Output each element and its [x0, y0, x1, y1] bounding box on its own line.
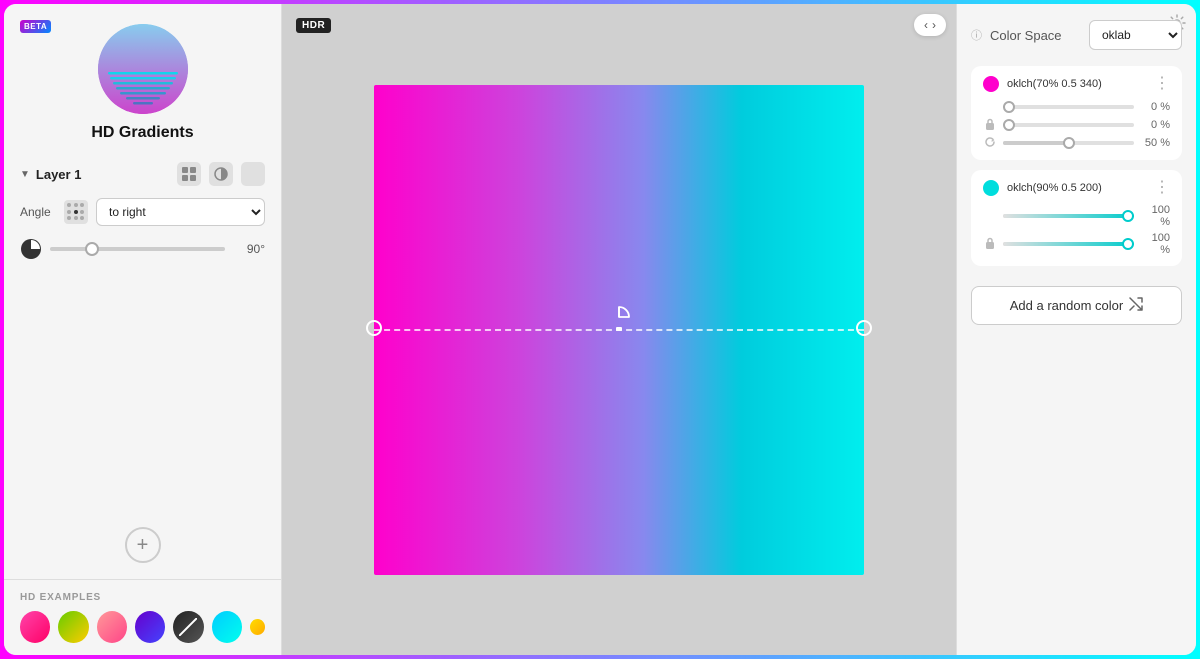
slider-track-cyan2[interactable] — [1003, 242, 1134, 246]
angle-slider-row: 90° — [20, 238, 265, 260]
add-color-label: Add a random color — [1010, 298, 1123, 313]
hd-examples-section: HD EXAMPLES — [4, 579, 281, 655]
slider-1-value: 0 % — [1140, 101, 1170, 113]
hd-examples-label: HD EXAMPLES — [20, 592, 265, 603]
slider-track[interactable] — [1003, 105, 1134, 109]
direction-grid[interactable] — [64, 200, 88, 224]
sidebar: BETA — [4, 4, 282, 655]
lock-icon-2[interactable] — [983, 237, 997, 251]
right-panel: ⓘ Color Space oklaboklchsrgbdisplay-p3 o… — [956, 4, 1196, 655]
color-stop-1: oklch(70% 0.5 340) ⋮ 0 % — [971, 66, 1182, 160]
gradient-preview[interactable] — [374, 85, 864, 575]
example-swatches — [20, 611, 265, 643]
dot — [80, 210, 84, 214]
add-layer-section: + — [4, 527, 281, 563]
color-stop-2-slider-1: 100 % — [983, 204, 1170, 228]
app-logo — [98, 24, 188, 114]
slider-2-value: 0 % — [1140, 119, 1170, 131]
lock-icon[interactable] — [983, 118, 997, 132]
angle-slider-value: 90° — [233, 242, 265, 256]
dot — [67, 203, 71, 207]
angle-label: Angle — [20, 205, 56, 219]
slider-5-value: 100 % — [1140, 232, 1170, 256]
swatch-7[interactable] — [250, 619, 265, 635]
angle-row: Angle to rightto leftto topto bottom45de… — [20, 198, 265, 226]
dot — [80, 216, 84, 220]
color-stop-2-slider-2: 100 % — [983, 232, 1170, 256]
layer-halfcircle-icon[interactable] — [209, 162, 233, 186]
right-arrow-icon: › — [932, 18, 936, 32]
color-dot-1[interactable] — [983, 76, 999, 92]
hdr-badge: HDR — [296, 18, 331, 33]
swatch-6[interactable] — [212, 611, 242, 643]
layer-section: ▼ Layer 1 — [4, 154, 281, 511]
color-stop-1-slider-3: 50 % — [983, 136, 1170, 150]
beta-badge: BETA — [20, 20, 51, 33]
layer-grid-icon[interactable] — [177, 162, 201, 186]
angle-slider-track[interactable] — [50, 247, 225, 251]
color-space-label: Color Space — [990, 28, 1062, 43]
dot — [80, 203, 84, 207]
color-stop-1-menu[interactable]: ⋮ — [1154, 76, 1170, 92]
nav-arrows-button[interactable]: ‹ › — [914, 14, 946, 36]
app-title: HD Gradients — [91, 124, 193, 142]
dot — [67, 216, 71, 220]
rotate-icon — [983, 136, 997, 150]
spacer-icon — [983, 209, 997, 223]
dot — [67, 210, 71, 214]
layer-chevron-icon[interactable]: ▼ — [20, 169, 30, 180]
add-random-color-button[interactable]: Add a random color — [971, 286, 1182, 325]
dot — [74, 203, 78, 207]
shuffle-icon — [1129, 297, 1143, 314]
swatch-2[interactable] — [58, 611, 88, 643]
swatch-4[interactable] — [135, 611, 165, 643]
layer-title: Layer 1 — [36, 167, 82, 182]
color-stop-2: oklch(90% 0.5 200) ⋮ 100 % — [971, 170, 1182, 266]
color-stop-2-menu[interactable]: ⋮ — [1154, 180, 1170, 196]
gradient-handle-left[interactable] — [366, 320, 382, 336]
layer-moon-icon[interactable] — [241, 162, 265, 186]
slider-track-midpoint[interactable] — [1003, 141, 1134, 145]
add-layer-button[interactable]: + — [125, 527, 161, 563]
color-stop-2-name: oklch(90% 0.5 200) — [1007, 182, 1146, 194]
dot — [74, 216, 78, 220]
midpoint-tick — [616, 327, 622, 331]
color-space-select[interactable]: oklaboklchsrgbdisplay-p3 — [1089, 20, 1182, 50]
info-icon: ⓘ — [971, 27, 982, 43]
main-canvas: HDR ‹ › — [282, 4, 956, 655]
angle-pie-icon — [20, 238, 42, 260]
gradient-handle-right[interactable] — [856, 320, 872, 336]
slider-track-cyan[interactable] — [1003, 214, 1134, 218]
slider-4-value: 100 % — [1140, 204, 1170, 228]
color-stop-1-name: oklch(70% 0.5 340) — [1007, 78, 1146, 90]
dot-active — [74, 210, 78, 214]
spacer-icon — [983, 100, 997, 114]
color-dot-2[interactable] — [983, 180, 999, 196]
slider-3-value: 50 % — [1140, 137, 1170, 149]
angle-select[interactable]: to rightto leftto topto bottom45deg90deg… — [96, 198, 265, 226]
left-arrow-icon: ‹ — [924, 18, 928, 32]
swatch-5[interactable] — [173, 611, 203, 643]
slider-track[interactable] — [1003, 123, 1134, 127]
swatch-1[interactable] — [20, 611, 50, 643]
right-panel-header: ⓘ Color Space oklaboklchsrgbdisplay-p3 — [971, 20, 1182, 50]
color-stop-1-slider-2: 0 % — [983, 118, 1170, 132]
color-stop-1-slider-1: 0 % — [983, 100, 1170, 114]
swatch-3[interactable] — [97, 611, 127, 643]
